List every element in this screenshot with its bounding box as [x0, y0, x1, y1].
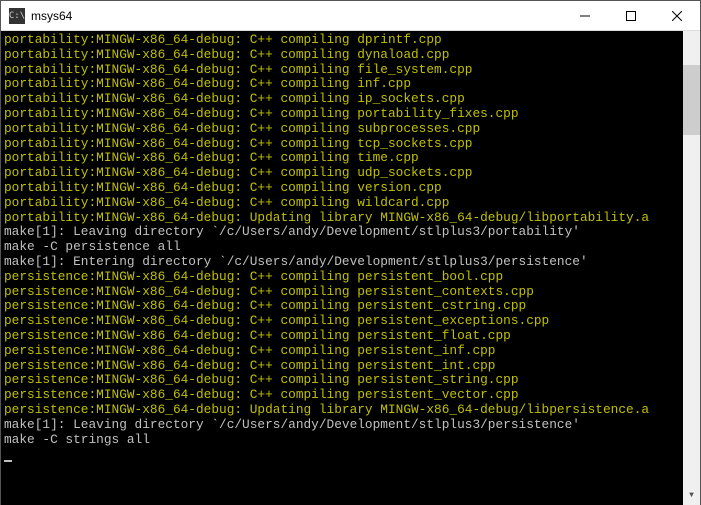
terminal-line: persistence:MINGW-x86_64-debug: C++ comp…	[4, 270, 683, 285]
window-titlebar: C:\ msys64	[1, 1, 700, 31]
terminal-line: make[1]: Leaving directory `/c/Users/and…	[4, 225, 683, 240]
terminal-line: portability:MINGW-x86_64-debug: C++ comp…	[4, 77, 683, 92]
cursor	[4, 460, 12, 462]
terminal-line: make[1]: Leaving directory `/c/Users/and…	[4, 418, 683, 433]
terminal-line: portability:MINGW-x86_64-debug: C++ comp…	[4, 137, 683, 152]
terminal-line: portability:MINGW-x86_64-debug: C++ comp…	[4, 63, 683, 78]
terminal-line: persistence:MINGW-x86_64-debug: C++ comp…	[4, 344, 683, 359]
scroll-down-button[interactable]: ▼	[683, 488, 700, 505]
terminal-line: portability:MINGW-x86_64-debug: C++ comp…	[4, 181, 683, 196]
terminal-line: persistence:MINGW-x86_64-debug: C++ comp…	[4, 299, 683, 314]
window-controls	[562, 1, 700, 31]
scroll-track[interactable]	[683, 48, 700, 488]
terminal-line: persistence:MINGW-x86_64-debug: C++ comp…	[4, 373, 683, 388]
terminal-line: portability:MINGW-x86_64-debug: C++ comp…	[4, 92, 683, 107]
terminal-line: portability:MINGW-x86_64-debug: C++ comp…	[4, 48, 683, 63]
scroll-thumb[interactable]	[683, 65, 700, 135]
window-title: msys64	[31, 9, 562, 23]
terminal-line: make[1]: Entering directory `/c/Users/an…	[4, 255, 683, 270]
terminal-line: portability:MINGW-x86_64-debug: C++ comp…	[4, 122, 683, 137]
terminal-line: make -C strings all	[4, 433, 683, 448]
terminal-line: persistence:MINGW-x86_64-debug: C++ comp…	[4, 388, 683, 403]
terminal-line: persistence:MINGW-x86_64-debug: C++ comp…	[4, 329, 683, 344]
terminal-content: portability:MINGW-x86_64-debug: C++ comp…	[4, 33, 683, 462]
terminal-line: portability:MINGW-x86_64-debug: C++ comp…	[4, 196, 683, 211]
maximize-button[interactable]	[608, 1, 654, 31]
terminal-line: persistence:MINGW-x86_64-debug: C++ comp…	[4, 285, 683, 300]
scrollbar[interactable]: ▲ ▼	[683, 31, 700, 505]
terminal-line: portability:MINGW-x86_64-debug: C++ comp…	[4, 151, 683, 166]
terminal-line: persistence:MINGW-x86_64-debug: Updating…	[4, 403, 683, 418]
terminal-line: persistence:MINGW-x86_64-debug: C++ comp…	[4, 314, 683, 329]
terminal-cursor-line	[4, 447, 683, 462]
terminal-line: portability:MINGW-x86_64-debug: C++ comp…	[4, 166, 683, 181]
app-icon: C:\	[9, 8, 25, 24]
terminal-line: persistence:MINGW-x86_64-debug: C++ comp…	[4, 359, 683, 374]
minimize-button[interactable]	[562, 1, 608, 31]
close-button[interactable]	[654, 1, 700, 31]
terminal-area[interactable]: portability:MINGW-x86_64-debug: C++ comp…	[1, 31, 700, 505]
terminal-line: portability:MINGW-x86_64-debug: C++ comp…	[4, 107, 683, 122]
terminal-line: portability:MINGW-x86_64-debug: Updating…	[4, 211, 683, 226]
terminal-line: portability:MINGW-x86_64-debug: C++ comp…	[4, 33, 683, 48]
terminal-line: make -C persistence all	[4, 240, 683, 255]
